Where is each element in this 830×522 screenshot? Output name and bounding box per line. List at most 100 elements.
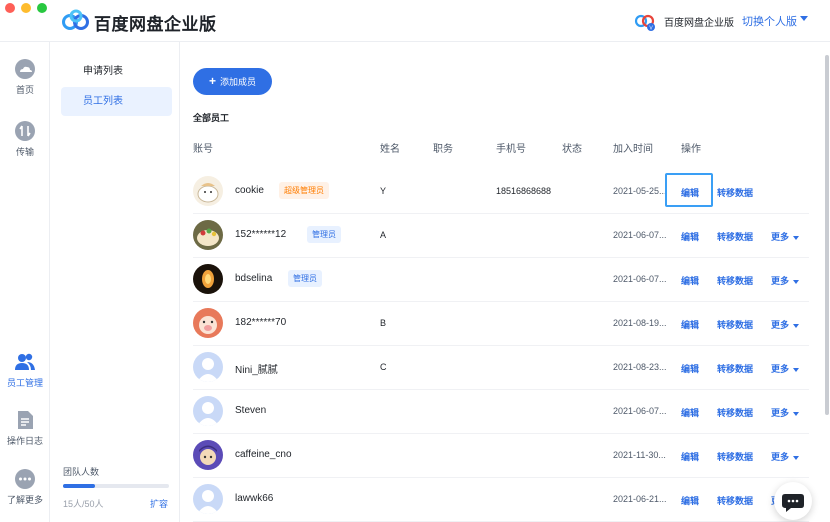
rail-item-logs[interactable]: 操作日志 (0, 409, 50, 447)
app-title: 百度网盘企业版 (94, 15, 217, 34)
column-header-position: 职务 (433, 144, 453, 155)
switch-personal-link[interactable]: 切换个人版 (742, 13, 797, 29)
table-row[interactable]: 182******70 B 2021-08-19... 编辑 转移数据 更多 (193, 302, 809, 346)
rail-label: 传输 (15, 147, 34, 157)
edit-button[interactable]: 编辑 (681, 494, 699, 507)
scrollbar[interactable] (825, 55, 829, 415)
edit-button[interactable]: 编辑 (681, 450, 699, 463)
more-actions-button[interactable]: 更多 (771, 230, 800, 243)
join-date: 2021-08-23... (613, 362, 667, 372)
team-size-label: 团队人数 (63, 467, 100, 477)
more-actions-button[interactable]: 更多 (771, 406, 800, 419)
chat-bubble-icon (782, 494, 804, 512)
chevron-down-icon (793, 455, 800, 460)
more-label: 更多 (771, 452, 790, 462)
transfer-data-button[interactable]: 转移数据 (717, 230, 753, 243)
more-actions-button[interactable]: 更多 (771, 318, 800, 331)
phone-number: 18516868688 (496, 186, 552, 196)
staff-name: C (380, 362, 387, 372)
more-label: 更多 (771, 276, 790, 286)
window-minimize-button[interactable] (21, 3, 31, 13)
account-name: bdselina (235, 273, 273, 284)
column-header-joined: 加入时间 (613, 144, 653, 155)
table-row[interactable]: caffeine_cno 2021-11-30... 编辑 转移数据 更多 (193, 434, 809, 478)
avatar[interactable] (193, 440, 223, 470)
avatar[interactable] (193, 176, 223, 206)
join-date: 2021-08-19... (613, 318, 667, 328)
edit-button[interactable]: 编辑 (681, 362, 699, 375)
transfer-data-button[interactable]: 转移数据 (717, 362, 753, 375)
table-header: 账号 姓名 职务 手机号 状态 加入时间 操作 (193, 140, 809, 170)
avatar[interactable] (193, 308, 223, 338)
transfer-data-button[interactable]: 转移数据 (717, 494, 753, 507)
role-badge: 管理员 (307, 226, 341, 243)
transfer-data-button[interactable]: 转移数据 (717, 318, 753, 331)
title-bar: 百度网盘企业版 V 百度网盘企业版 切换个人版 (0, 0, 830, 42)
chevron-down-icon (793, 367, 800, 372)
expand-capacity-link[interactable]: 扩容 (150, 497, 168, 510)
subnav-item-applications[interactable]: 申请列表 (61, 57, 172, 86)
edit-button[interactable]: 编辑 (681, 406, 699, 419)
role-badge: 管理员 (288, 270, 322, 287)
more-actions-button[interactable]: 更多 (771, 362, 800, 375)
staff-name: A (380, 230, 387, 240)
enterprise-name: 百度网盘企业版 (664, 18, 734, 29)
edit-button[interactable]: 编辑 (681, 318, 699, 331)
transfer-data-button[interactable]: 转移数据 (717, 406, 753, 419)
column-header-account: 账号 (193, 144, 213, 155)
table-row[interactable]: cookie 超级管理员 Y 18516868688 2021-05-25... 编辑 转移… (193, 170, 809, 214)
edit-button[interactable]: 编辑 (681, 274, 699, 287)
more-dots-icon (15, 469, 35, 489)
avatar[interactable] (193, 484, 223, 514)
baidu-netdisk-logo-icon (62, 9, 89, 30)
column-header-name: 姓名 (380, 144, 400, 155)
window-maximize-button[interactable] (37, 3, 47, 13)
staff-name: B (380, 318, 387, 328)
role-badge: 超级管理员 (279, 182, 329, 199)
edit-button[interactable]: 编辑 (681, 230, 699, 243)
chevron-down-icon[interactable] (800, 16, 808, 21)
rail-item-transfer[interactable]: 传输 (0, 120, 50, 158)
table-row[interactable]: Steven 2021-06-07... 编辑 转移数据 更多 (193, 390, 809, 434)
avatar[interactable] (193, 220, 223, 250)
transfer-data-button[interactable]: 转移数据 (717, 450, 753, 463)
rail-item-staff[interactable]: 员工管理 (0, 351, 50, 389)
section-title: 全部员工 (193, 113, 230, 123)
chat-button[interactable] (774, 482, 812, 520)
avatar[interactable] (193, 396, 223, 426)
more-label: 更多 (771, 232, 790, 242)
transfer-data-button[interactable]: 转移数据 (717, 186, 753, 199)
more-actions-button[interactable]: 更多 (771, 450, 800, 463)
rail-label: 了解更多 (6, 495, 43, 505)
account-name: caffeine_cno (235, 449, 292, 460)
table-row[interactable]: 152******12 管理员 A 2021-06-07... 编辑 转移数据 更多 (193, 214, 809, 258)
join-date: 2021-05-25... (613, 186, 667, 196)
more-label: 更多 (771, 320, 790, 330)
rail-label: 员工管理 (6, 378, 43, 388)
window-close-button[interactable] (5, 3, 15, 13)
chevron-down-icon (793, 235, 800, 240)
transfer-data-button[interactable]: 转移数据 (717, 274, 753, 287)
rail-item-more[interactable]: 了解更多 (0, 468, 50, 506)
staff-subnav: 申请列表 员工列表 团队人数 15人/50人 扩容 (51, 42, 180, 522)
add-member-button[interactable]: + 添加成员 (193, 68, 272, 95)
join-date: 2021-11-30... (613, 450, 666, 460)
account-name: cookie (235, 185, 264, 196)
avatar[interactable] (193, 352, 223, 382)
team-size-progress-fill (63, 484, 95, 488)
table-row[interactable]: Nini_腻腻 C 2021-08-23... 编辑 转移数据 更多 (193, 346, 809, 390)
more-actions-button[interactable]: 更多 (771, 274, 800, 287)
main-content: + 添加成员 全部员工 账号 姓名 职务 手机号 状态 加入时间 操作 cooki… (181, 42, 830, 522)
subnav-item-staff-list[interactable]: 员工列表 (61, 87, 172, 116)
join-date: 2021-06-21... (613, 494, 667, 504)
edit-button[interactable]: 编辑 (681, 186, 699, 199)
rail-item-home[interactable]: 首页 (0, 58, 50, 96)
table-row[interactable]: lawwk662021-06-21...编辑转移数据更多 (193, 478, 809, 522)
join-date: 2021-06-07... (613, 406, 667, 416)
users-icon (15, 353, 35, 370)
avatar[interactable] (193, 264, 223, 294)
table-row[interactable]: bdselina 管理员 2021-06-07... 编辑 转移数据 更多 (193, 258, 809, 302)
account-name: 152******12 (235, 229, 287, 240)
join-date: 2021-06-07... (613, 274, 667, 284)
more-label: 更多 (771, 364, 790, 374)
